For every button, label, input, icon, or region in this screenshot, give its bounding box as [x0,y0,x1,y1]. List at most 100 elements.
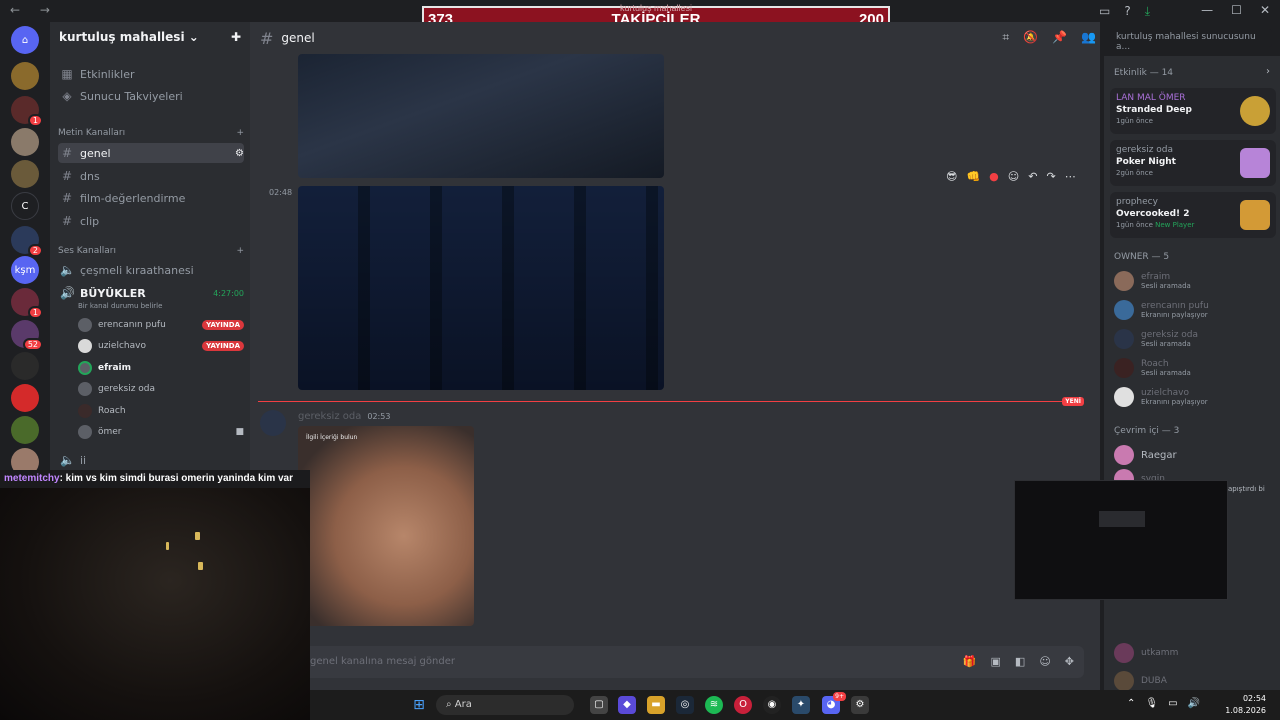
server-icon[interactable]: kşm [11,256,39,284]
avatar[interactable] [260,410,286,436]
voice-user[interactable]: ömer ■ [78,423,244,441]
member-row[interactable]: erencanın pufu Ekranını paylaşıyor [1114,297,1274,323]
gif-icon[interactable]: ▣ [991,655,1001,668]
server-icon[interactable] [11,128,39,156]
more-icon[interactable]: ⋯ [1065,170,1076,183]
sticker-icon[interactable]: ◧ [1015,655,1025,668]
server-icon[interactable] [11,352,39,380]
member-row[interactable]: gereksiz oda Sesli aramada [1114,326,1274,352]
inbox-icon[interactable]: ▭ [1099,4,1110,19]
settings-icon[interactable]: ⚙ [235,148,244,159]
message-image[interactable]: İlgili İçeriği bulun [298,426,474,626]
chevron-right-icon[interactable]: › [1266,66,1270,77]
mute-icon[interactable]: 🔕 [1023,30,1038,45]
app-icon[interactable]: ✦ [792,696,810,714]
member-row[interactable]: uzielchavo Ekranını paylaşıyor [1114,384,1274,410]
channel-label: genel [80,146,111,160]
text-category-header[interactable]: Metin Kanalları + [58,128,244,138]
chevron-up-icon[interactable]: ⌃ [1127,698,1135,709]
server-icon[interactable]: 52 [11,320,43,351]
add-channel-icon[interactable]: + [236,246,244,256]
voice-user[interactable]: Roach [78,402,244,420]
voice-channel-ii[interactable]: 🔈 ii [58,450,244,470]
minimize-icon[interactable]: — [1201,3,1213,17]
activity-card[interactable]: LAN MAL ÖMER Stranded Deep 1gün önce [1110,88,1276,134]
channel-item-film[interactable]: # film-değerlendirme [58,188,244,208]
threads-icon[interactable]: ⌗ [1002,30,1009,45]
server-icon[interactable] [11,160,39,188]
voice-user[interactable]: efraim [78,359,244,377]
pin-icon[interactable]: 📌 [1052,30,1067,45]
category-label: Metin Kanalları [58,128,126,138]
voice-status-text[interactable]: Bir kanal durumu belirle [78,302,162,310]
obs-icon[interactable]: ◉ [763,696,781,714]
gift-icon[interactable]: 🎁 [963,655,977,668]
close-icon[interactable]: ✕ [1260,3,1270,17]
image-caption: İlgili İçeriği bulun [306,434,358,441]
reaction-cool-icon[interactable]: 😎 [946,170,957,183]
voice-channel-cesmeli[interactable]: 🔈 çeşmeli kıraathanesi [58,260,244,280]
windows-start-icon[interactable]: ⊞ [410,696,428,714]
discord-icon[interactable]: ◕ 9+ [822,692,846,714]
microphone-icon[interactable]: 🎙 [1145,698,1158,709]
reaction-fist-icon[interactable]: 👊 [966,170,980,183]
voice-channel-buyukler[interactable]: 🔊 BÜYÜKLER 4:27:00 [58,283,244,303]
server-icon[interactable]: 1 [11,288,43,319]
member-row[interactable]: efraim Sesli aramada [1114,268,1274,294]
sidebar-item-events[interactable]: ▦ Etkinlikler [58,64,244,84]
file-explorer-icon[interactable]: ▬ [647,696,665,714]
voice-category-header[interactable]: Ses Kanalları + [58,246,244,256]
settings-icon[interactable]: ⚙ [851,696,869,714]
emoji-icon[interactable]: ☺ [1039,655,1050,668]
message-image[interactable] [298,186,664,390]
add-reaction-icon[interactable]: ☺ [1008,170,1019,183]
copilot-icon[interactable]: ◆ [618,696,636,714]
reaction-red-icon[interactable]: ● [989,170,999,183]
voice-user-name: Roach [98,406,126,416]
taskbar-search-label: Ara [454,699,472,710]
server-icon[interactable]: 2 [11,226,43,257]
message-input[interactable]: genel kanalına mesaj gönder 🎁 ▣ ◧ ☺ ✥ [250,646,1084,678]
activity-card[interactable]: prophecy Overcooked! 2 1gün önce New Pla… [1110,192,1276,238]
help-icon[interactable]: ? [1124,4,1130,19]
member-row[interactable]: utkamm [1114,640,1274,666]
voice-user[interactable]: uzielchavo YAYINDA [78,337,244,355]
member-row[interactable]: Raegar [1114,442,1274,468]
reply-icon[interactable]: ↶ [1028,170,1037,183]
download-icon[interactable]: ⤓ [1145,4,1150,19]
activity-card[interactable]: gereksiz oda Poker Night 2gün önce [1110,140,1276,186]
discord-home-icon[interactable]: ⌂ [11,26,39,54]
add-friend-icon[interactable]: ✚ [231,30,241,46]
server-icon[interactable] [11,62,39,90]
server-icon[interactable] [11,384,39,412]
search-input[interactable]: kurtuluş mahallesi sunucusunu a... [1110,29,1272,52]
voice-user[interactable]: gereksiz oda [78,380,244,398]
members-icon[interactable]: 👥 [1081,30,1096,45]
volume-icon[interactable]: 🔊 [1188,698,1200,709]
sidebar-item-boosts[interactable]: ◈ Sunucu Takviyeleri [58,86,244,106]
message-image[interactable] [298,54,664,178]
server-icon[interactable] [11,416,39,444]
picture-in-picture-window[interactable] [1014,480,1228,600]
task-view-icon[interactable]: ▢ [590,696,608,714]
server-header[interactable]: kurtuluş mahallesi ⌄ ✚ [50,22,250,54]
steam-icon[interactable]: ◎ [676,696,694,714]
voice-user[interactable]: erencanın pufu YAYINDA [78,316,244,334]
message-author[interactable]: gereksiz oda [298,411,361,422]
forward-icon[interactable]: ↷ [1046,170,1055,183]
channel-item-genel[interactable]: # genel ⚙ [58,143,244,163]
display-icon[interactable]: ▭ [1168,698,1177,709]
apps-icon[interactable]: ✥ [1065,655,1074,668]
clock[interactable]: 02:54 1.08.2026 [1225,693,1266,717]
opera-icon[interactable]: O [734,696,752,714]
maximize-icon[interactable]: ☐ [1231,3,1242,17]
channel-item-dns[interactable]: # dns [58,166,244,186]
add-channel-icon[interactable]: + [236,128,244,138]
channel-item-clip[interactable]: # clip [58,211,244,231]
spotify-icon[interactable]: ≋ [705,696,723,714]
server-icon[interactable]: 1 [11,96,43,127]
taskbar-search[interactable]: ⌕ Ara [436,695,574,715]
server-icon[interactable]: C [11,192,39,220]
nav-arrows[interactable]: ← → [10,3,58,17]
member-row[interactable]: Roach Sesli aramada [1114,355,1274,381]
